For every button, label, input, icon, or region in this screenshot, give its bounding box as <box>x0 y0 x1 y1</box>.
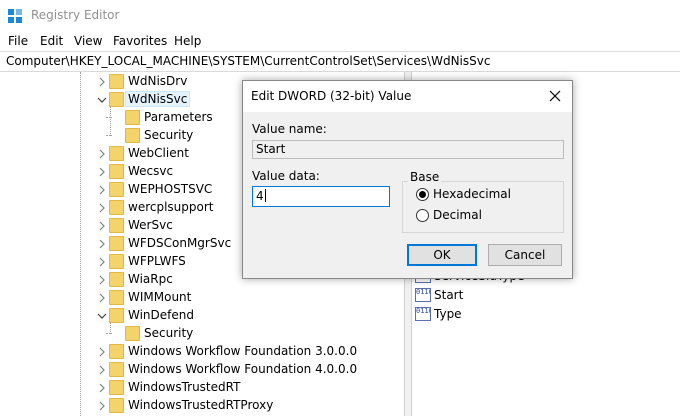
tree-item[interactable]: Windows Workflow Foundation 4.0.0.0 <box>0 361 404 379</box>
folder-icon <box>109 92 124 107</box>
folder-icon <box>109 362 124 377</box>
chevron-right-icon[interactable] <box>97 238 107 249</box>
tree-item-label: WerSvc <box>128 218 173 232</box>
tree-item-label: WEPHOSTSVC <box>128 182 213 196</box>
chevron-right-icon[interactable] <box>97 274 107 285</box>
ok-button[interactable]: OK <box>407 244 477 266</box>
dword-value-icon: 0110 0101 <box>415 288 431 302</box>
tree-item-label: WebClient <box>128 146 189 160</box>
folder-icon <box>109 380 124 395</box>
tree-item[interactable]: WinDefend <box>0 307 404 325</box>
decimal-radio[interactable] <box>416 209 429 222</box>
chevron-right-icon[interactable] <box>97 184 107 195</box>
menu-help[interactable]: Help <box>174 34 201 48</box>
tree-item[interactable]: WindowsTrustedRT <box>0 379 404 397</box>
tree-item-label: WFDSConMgrSvc <box>128 236 232 250</box>
menu-file[interactable]: File <box>8 34 28 48</box>
folder-icon <box>109 398 124 413</box>
folder-icon <box>125 128 140 143</box>
chevron-right-icon[interactable] <box>97 166 107 177</box>
value-data-input[interactable]: 4 <box>252 186 390 207</box>
tree-item[interactable]: WindowsTrustedRTProxy <box>0 397 404 415</box>
tree-item-label: WIMMount <box>128 290 192 304</box>
chevron-right-icon[interactable] <box>97 148 107 159</box>
dialog-title-bar: Edit DWORD (32-bit) Value <box>243 81 572 112</box>
registry-editor-icon <box>8 9 22 23</box>
tree-item-label: Windows Workflow Foundation 4.0.0.0 <box>128 362 358 376</box>
folder-icon <box>109 344 124 359</box>
value-name-label: Value name: <box>252 122 327 136</box>
folder-icon <box>109 164 124 179</box>
folder-icon <box>109 254 124 269</box>
tree-guide-line <box>106 135 112 136</box>
cancel-button[interactable]: Cancel <box>488 244 562 266</box>
chevron-right-icon[interactable] <box>97 400 107 411</box>
folder-icon <box>125 110 140 125</box>
folder-icon <box>109 146 124 161</box>
folder-icon <box>109 218 124 233</box>
decimal-label[interactable]: Decimal <box>433 208 482 222</box>
hexadecimal-radio[interactable] <box>416 188 429 201</box>
folder-icon <box>109 182 124 197</box>
menu-bar: File Edit View Favorites Help <box>0 31 680 51</box>
folder-icon <box>109 236 124 251</box>
chevron-right-icon[interactable] <box>97 382 107 393</box>
tree-item-label: WiaRpc <box>128 272 173 286</box>
chevron-right-icon[interactable] <box>97 202 107 213</box>
tree-item-label: Security <box>144 326 194 340</box>
tree-item-label: WindowsTrustedRT <box>128 380 241 394</box>
folder-icon <box>109 200 124 215</box>
value-data-label: Value data: <box>252 169 320 183</box>
chevron-right-icon[interactable] <box>97 76 107 87</box>
tree-item-label: WdNisDrv <box>128 74 188 88</box>
tree-guide-line <box>106 333 112 334</box>
tree-item[interactable]: Windows Workflow Foundation 3.0.0.0 <box>0 343 404 361</box>
tree-item[interactable]: Security <box>0 325 404 343</box>
chevron-down-icon[interactable] <box>97 94 107 104</box>
dialog-title: Edit DWORD (32-bit) Value <box>251 89 412 103</box>
tree-guide-line <box>106 117 112 118</box>
tree-item-label: Parameters <box>144 110 213 124</box>
chevron-right-icon[interactable] <box>97 346 107 357</box>
value-name: Type <box>434 307 462 321</box>
menu-favorites[interactable]: Favorites <box>113 34 167 48</box>
folder-icon <box>125 326 140 341</box>
tree-item-label: Security <box>144 128 194 142</box>
window-title: Registry Editor <box>31 8 120 22</box>
hexadecimal-label[interactable]: Hexadecimal <box>433 187 511 201</box>
tree-item-label: WindowsTrustedRTProxy <box>128 398 274 412</box>
chevron-down-icon[interactable] <box>97 310 107 320</box>
tree-item[interactable]: WIMMount <box>0 289 404 307</box>
value-name-field: Start <box>252 140 564 159</box>
chevron-right-icon[interactable] <box>97 364 107 375</box>
value-data-text: 4 <box>256 189 264 203</box>
tree-item-label: wercplsupport <box>128 200 214 214</box>
tree-item-label: Windows Workflow Foundation 3.0.0.0 <box>128 344 358 358</box>
title-bar: Registry Editor <box>0 0 680 31</box>
address-path[interactable]: Computer\HKEY_LOCAL_MACHINE\SYSTEM\Curre… <box>6 54 490 68</box>
address-bar[interactable]: Computer\HKEY_LOCAL_MACHINE\SYSTEM\Curre… <box>0 51 680 72</box>
tree-item-label: WdNisSvc <box>124 91 191 107</box>
tree-item-label: Wecsvc <box>128 164 174 178</box>
menu-edit[interactable]: Edit <box>40 34 63 48</box>
base-group-label: Base <box>408 170 442 184</box>
tree-item-label: WFPLWFS <box>128 254 186 268</box>
value-name-text: Start <box>256 142 286 156</box>
folder-icon <box>109 272 124 287</box>
folder-icon <box>109 290 124 305</box>
folder-icon <box>109 308 124 323</box>
chevron-right-icon[interactable] <box>97 220 107 231</box>
menu-view[interactable]: View <box>74 34 102 48</box>
text-caret <box>264 189 266 202</box>
tree-item-label: WinDefend <box>128 308 194 322</box>
edit-dword-dialog: Edit DWORD (32-bit) Value Value name: St… <box>242 80 573 279</box>
chevron-right-icon[interactable] <box>97 292 107 303</box>
dword-value-icon: 0110 0101 <box>415 307 431 321</box>
close-icon[interactable] <box>542 84 568 108</box>
chevron-right-icon[interactable] <box>97 256 107 267</box>
value-name: Start <box>434 288 464 302</box>
folder-icon <box>109 74 124 89</box>
